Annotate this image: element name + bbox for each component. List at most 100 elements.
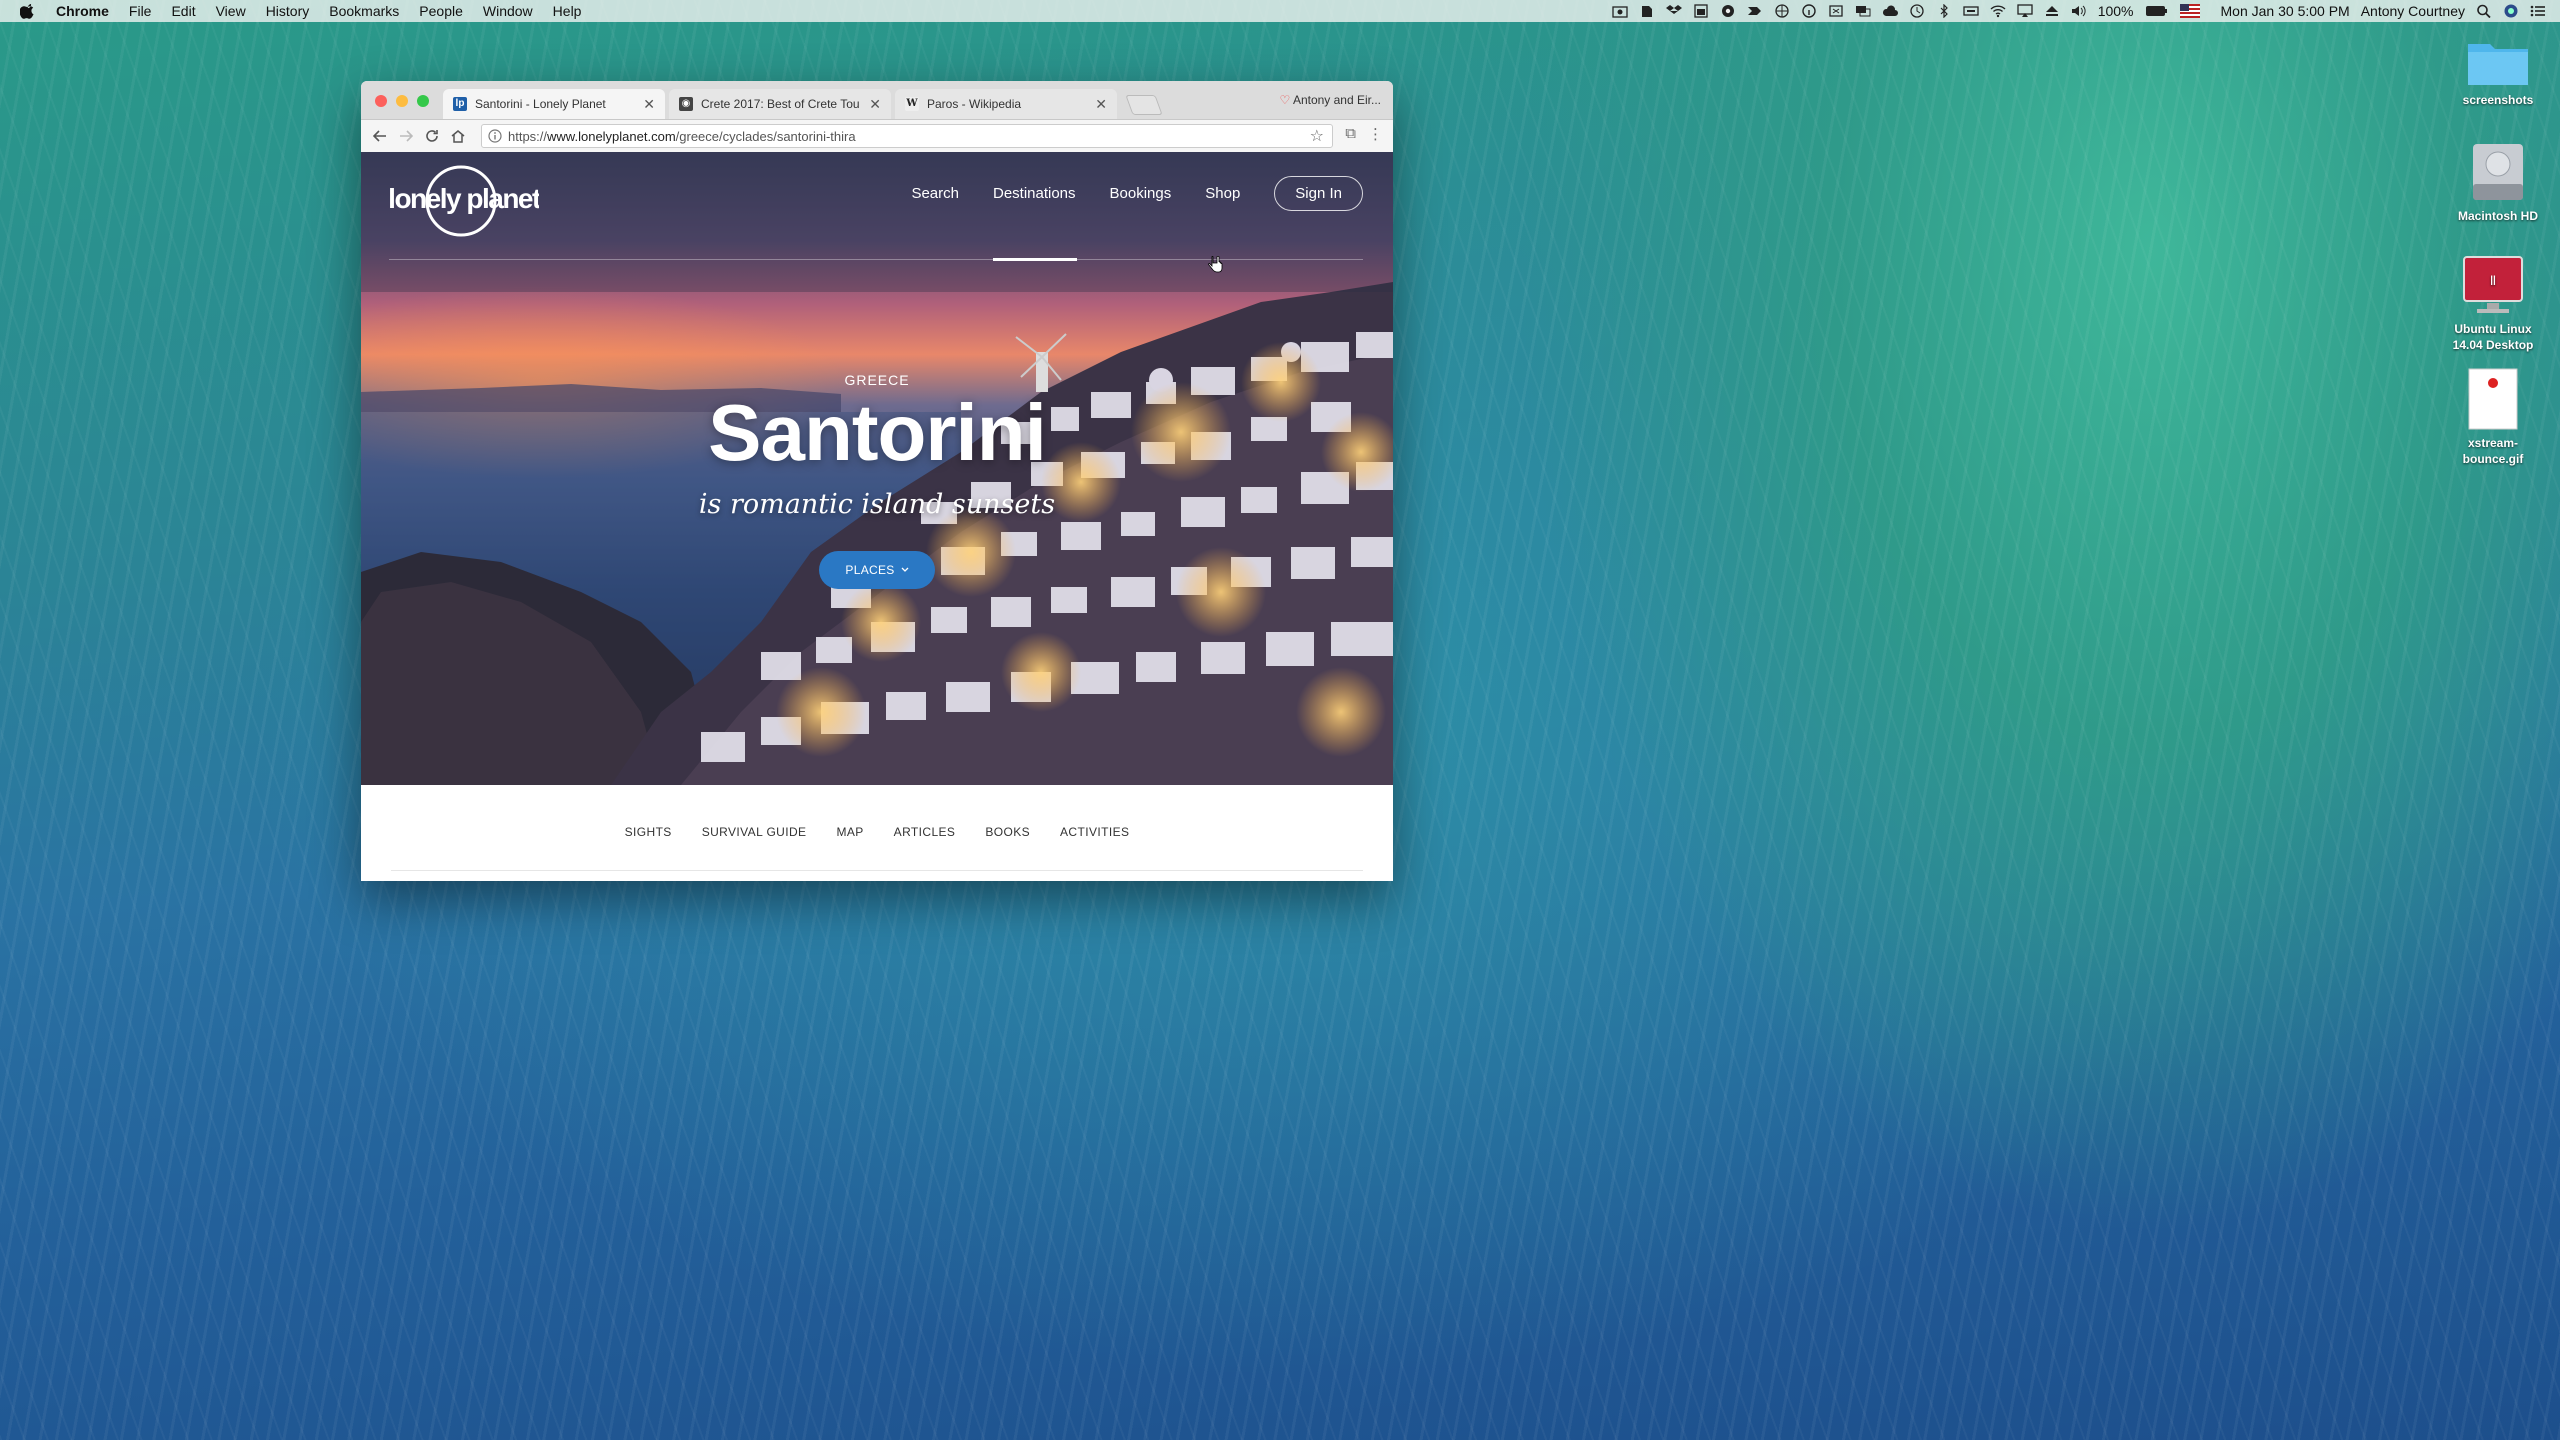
notification-center-icon[interactable] <box>2530 4 2546 18</box>
country-label[interactable]: GREECE <box>361 372 1393 388</box>
eject-icon[interactable] <box>2044 4 2060 18</box>
nav-bookings[interactable]: Bookings <box>1110 185 1172 202</box>
bluetooth-icon[interactable] <box>1936 4 1952 18</box>
wifi-icon[interactable] <box>1990 4 2006 18</box>
lonely-planet-logo[interactable]: lonely planet <box>389 164 539 238</box>
minimize-window-button[interactable] <box>396 95 408 107</box>
arrow-icon[interactable] <box>1747 4 1763 18</box>
profile-name: Antony and Eir... <box>1292 93 1381 107</box>
menu-history[interactable]: History <box>266 3 310 19</box>
sign-in-button[interactable]: Sign In <box>1274 176 1363 211</box>
subnav-articles[interactable]: ARTICLES <box>894 825 956 839</box>
new-tab-button[interactable] <box>1125 95 1163 115</box>
svg-text:||: || <box>2490 275 2496 286</box>
tab-crete[interactable]: ◉ Crete 2017: Best of Crete Tou ✕ <box>669 89 891 119</box>
places-dropdown-button[interactable]: PLACES <box>819 551 935 589</box>
nav-shop[interactable]: Shop <box>1205 185 1240 202</box>
url-path: /greece/cyclades/santorini-thira <box>675 128 856 144</box>
hand-cursor-icon <box>1208 256 1223 273</box>
window-controls <box>375 95 429 107</box>
tab-strip: lp Santorini - Lonely Planet ✕ ◉ Crete 2… <box>361 81 1393 120</box>
tab-title: Paros - Wikipedia <box>927 97 1022 111</box>
clock[interactable]: Mon Jan 30 5:00 PM <box>2221 3 2350 19</box>
menu-window[interactable]: Window <box>483 3 533 19</box>
fullscreen-icon[interactable] <box>1828 4 1844 18</box>
home-button[interactable] <box>447 125 469 147</box>
close-window-button[interactable] <box>375 95 387 107</box>
close-tab-icon[interactable]: ✕ <box>1095 96 1107 113</box>
back-button[interactable] <box>369 125 391 147</box>
forward-arrow-icon <box>400 130 413 142</box>
menu-people[interactable]: People <box>419 3 463 19</box>
reload-icon <box>426 130 438 142</box>
subnav-map[interactable]: MAP <box>836 825 863 839</box>
gif-file-icon <box>2468 368 2518 430</box>
user-name[interactable]: Antony Courtney <box>2361 3 2465 19</box>
subnav-books[interactable]: BOOKS <box>985 825 1030 839</box>
info-icon[interactable] <box>1801 4 1817 18</box>
evernote-icon[interactable] <box>1639 4 1655 18</box>
extension-icon[interactable]: ⧉ <box>1345 125 1356 143</box>
bookmark-star-icon[interactable]: ☆ <box>1310 126 1324 146</box>
tab-title: Santorini - Lonely Planet <box>475 97 606 111</box>
web-page: lonely planet Search Destinations Bookin… <box>361 152 1393 881</box>
reload-button[interactable] <box>421 125 443 147</box>
url-scheme: https:// <box>508 128 548 144</box>
battery-icon[interactable] <box>2145 4 2169 18</box>
menu-bar: Chrome File Edit View History Bookmarks … <box>0 0 2560 22</box>
calendar-icon[interactable] <box>1693 4 1709 18</box>
wikipedia-favicon-icon: W <box>905 97 919 111</box>
cloud-icon[interactable] <box>1882 4 1898 18</box>
profile-icon: ♡ <box>1279 93 1291 107</box>
hero-image: lonely planet Search Destinations Bookin… <box>361 152 1393 785</box>
chrome-extension-icon[interactable] <box>1720 4 1736 18</box>
menu-bookmarks[interactable]: Bookmarks <box>329 3 399 19</box>
menu-app-name[interactable]: Chrome <box>56 3 109 19</box>
page-tagline: is romantic island sunsets <box>698 489 1056 520</box>
page-title: Santorini <box>708 388 1047 477</box>
siri-icon[interactable] <box>2503 4 2519 18</box>
us-flag-icon[interactable] <box>2179 4 2200 18</box>
desktop-icon-screenshots[interactable]: screenshots <box>2438 36 2558 108</box>
battery-percentage: 100% <box>2097 3 2134 19</box>
keyboard-icon[interactable] <box>1963 4 1979 18</box>
profile-button[interactable]: ♡ Antony and Eir... <box>1280 93 1382 107</box>
desktop-icon-xstream-gif[interactable]: xstream-bounce.gif <box>2433 367 2553 467</box>
close-tab-icon[interactable]: ✕ <box>643 96 655 113</box>
tab-title: Crete 2017: Best of Crete Tou <box>701 97 860 111</box>
volume-icon[interactable] <box>2071 4 2087 18</box>
forward-button[interactable] <box>395 125 417 147</box>
desktop-icon-label: xstream-bounce.gif <box>2462 436 2524 466</box>
globe-icon[interactable] <box>1774 4 1790 18</box>
folder-icon <box>2468 44 2528 85</box>
desktop-icon-ubuntu-linux[interactable]: || Ubuntu Linux 14.04 Desktop <box>2433 255 2553 353</box>
places-label: PLACES <box>845 563 895 577</box>
subnav-survival-guide[interactable]: SURVIVAL GUIDE <box>702 825 807 839</box>
subnav-activities[interactable]: ACTIVITIES <box>1060 825 1129 839</box>
time-machine-icon[interactable] <box>1909 4 1925 18</box>
info-circle-icon[interactable] <box>488 129 502 143</box>
camera-icon[interactable] <box>1612 4 1628 18</box>
zoom-window-button[interactable] <box>417 95 429 107</box>
tab-santorini[interactable]: lp Santorini - Lonely Planet ✕ <box>443 89 665 119</box>
nav-destinations[interactable]: Destinations <box>993 185 1076 202</box>
menu-file[interactable]: File <box>129 3 152 19</box>
dropbox-icon[interactable] <box>1665 4 1682 18</box>
address-bar[interactable]: https://www.lonelyplanet.com/greece/cycl… <box>481 124 1333 148</box>
spotlight-icon[interactable] <box>2476 4 2492 18</box>
subnav-sights[interactable]: SIGHTS <box>625 825 672 839</box>
apple-menu-icon[interactable] <box>20 3 36 19</box>
site-nav: Search Destinations Bookings Shop Sign I… <box>911 176 1363 211</box>
close-tab-icon[interactable]: ✕ <box>869 96 881 113</box>
messages-icon[interactable] <box>1855 4 1871 18</box>
section-nav: SIGHTS SURVIVAL GUIDE MAP ARTICLES BOOKS… <box>361 785 1393 881</box>
menu-view[interactable]: View <box>216 3 246 19</box>
menu-help[interactable]: Help <box>553 3 582 19</box>
tab-paros[interactable]: W Paros - Wikipedia ✕ <box>895 89 1117 119</box>
chrome-menu-icon[interactable]: ⋮ <box>1368 125 1383 143</box>
desktop-icon-macintosh-hd[interactable]: Macintosh HD <box>2438 140 2558 224</box>
nav-search[interactable]: Search <box>911 185 959 202</box>
menu-edit[interactable]: Edit <box>171 3 195 19</box>
desktop-icon-label: Ubuntu Linux 14.04 Desktop <box>2452 322 2534 352</box>
airplay-icon[interactable] <box>2017 4 2033 18</box>
